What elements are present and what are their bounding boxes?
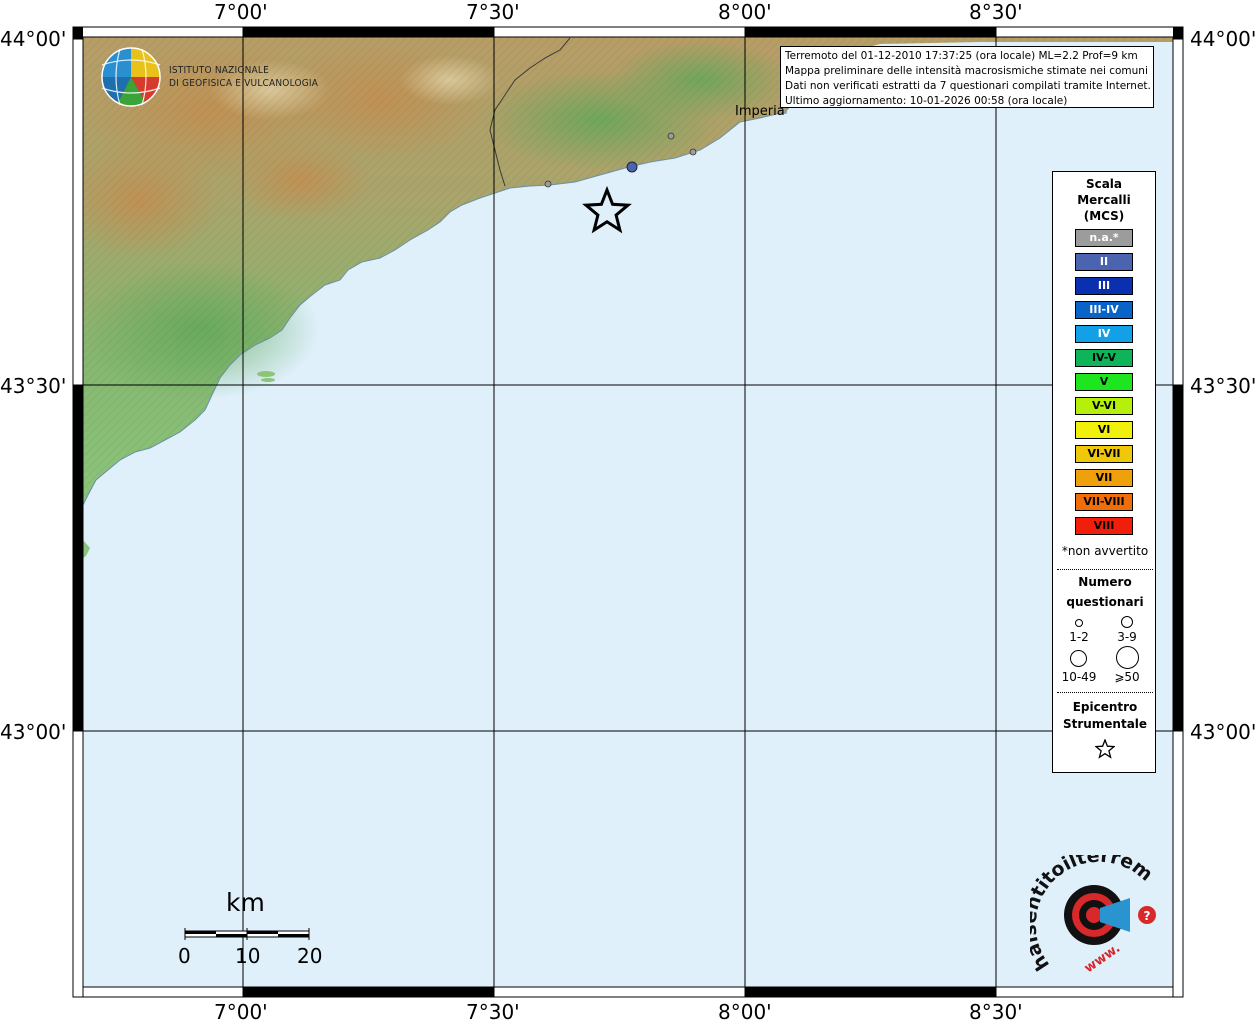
- intensity-point-na[interactable]: [544, 180, 552, 188]
- intensity-point-na[interactable]: [667, 132, 675, 140]
- legend-swatch: II: [1075, 253, 1133, 271]
- intensity-point-ii[interactable]: [626, 161, 638, 173]
- count-symbol-large: [1070, 650, 1087, 667]
- city-label-imperia: Imperia: [735, 104, 785, 119]
- legend-divider: [1057, 692, 1153, 693]
- lon-label-bottom-3: 8°00': [718, 1000, 772, 1024]
- count-title-line1: Numero: [1078, 575, 1132, 589]
- legend-swatch: III: [1075, 277, 1133, 295]
- lat-label-right-2: 43°30': [1190, 374, 1256, 398]
- legend-swatch: IV-V: [1075, 349, 1133, 367]
- lon-label-top-3: 8°00': [718, 0, 772, 24]
- legend-swatch: IV: [1075, 325, 1133, 343]
- legend-title-line1: Scala: [1085, 177, 1123, 191]
- legend-swatch: VII-VIII: [1075, 493, 1133, 511]
- scale-unit-label: km: [226, 888, 265, 917]
- legend-title: Scala Mercalli (MCS): [1053, 176, 1155, 224]
- lat-label-left-3: 43°00': [0, 720, 67, 744]
- event-info-line2: Mappa preliminare delle intensità macros…: [785, 65, 1148, 77]
- legend-swatch: VIII: [1075, 517, 1133, 535]
- badge-www: www.: [1082, 941, 1123, 976]
- legend-swatch: VI-VII: [1075, 445, 1133, 463]
- legend-star-icon: [1095, 739, 1115, 759]
- institute-line1: ISTITUTO NAZIONALE: [169, 65, 269, 76]
- institute-line2: DI GEOFISICA E VULCANOLOGIA: [169, 78, 319, 89]
- legend-title-line3: (MCS): [1083, 209, 1125, 223]
- haisentito-badge: haisentitoilterremoto.it www.: [1030, 855, 1157, 976]
- ingv-globe-icon: [101, 47, 161, 107]
- legend-swatch: n.a.*: [1075, 229, 1133, 247]
- lon-label-bottom-4: 8°30': [969, 1000, 1023, 1024]
- lat-label-right-1: 44°00': [1190, 27, 1256, 51]
- count-label-10-49: 10-49: [1061, 670, 1097, 684]
- epicenter-title-line2: Strumentale: [1062, 717, 1148, 731]
- legend-swatch: V: [1075, 373, 1133, 391]
- scale-label-0: 0: [178, 944, 191, 968]
- legend-title-line2: Mercalli: [1077, 193, 1131, 207]
- lon-label-bottom-1: 7°00': [214, 1000, 268, 1024]
- scale-label-20: 20: [297, 944, 323, 968]
- lat-label-left-2: 43°30': [0, 374, 67, 398]
- legend-divider: [1057, 569, 1153, 570]
- event-info-line4: Ultimo aggiornamento: 10-01-2026 00:58 (…: [785, 95, 1068, 107]
- lat-label-left-1: 44°00': [0, 27, 67, 51]
- legend-swatch: VI: [1075, 421, 1133, 439]
- legend-swatch: V-VI: [1075, 397, 1133, 415]
- institute-name: ISTITUTO NAZIONALE DI GEOFISICA E VULCAN…: [169, 64, 318, 90]
- lon-label-top-2: 7°30': [466, 0, 520, 24]
- intensity-point-na[interactable]: [689, 148, 697, 156]
- event-info-line3: Dati non verificati estratti da 7 questi…: [785, 80, 1151, 92]
- count-symbol-small: [1075, 619, 1083, 627]
- lon-label-bottom-2: 7°30': [466, 1000, 520, 1024]
- count-label-1-2: 1-2: [1069, 630, 1089, 644]
- legend-swatch: III-IV: [1075, 301, 1133, 319]
- lon-label-top-4: 8°30': [969, 0, 1023, 24]
- count-label-50-plus: ⩾50: [1114, 670, 1140, 684]
- count-title-line2: questionari: [1066, 595, 1144, 609]
- legend-note: *non avvertito: [1061, 544, 1149, 558]
- event-info-box: Terremoto del 01-12-2010 17:37:25 (ora l…: [780, 46, 1154, 108]
- count-label-3-9: 3-9: [1117, 630, 1137, 644]
- scale-label-10: 10: [235, 944, 261, 968]
- count-symbol-xlarge: [1116, 646, 1139, 669]
- legend-panel: Scala Mercalli (MCS) n.a.* II III III-IV IV I…: [1052, 171, 1156, 773]
- epicenter-title-line1: Epicentro: [1072, 700, 1138, 714]
- count-symbol-medium: [1121, 616, 1133, 628]
- legend-swatch: VII: [1075, 469, 1133, 487]
- lon-label-top-1: 7°00': [214, 0, 268, 24]
- lat-label-right-3: 43°00': [1190, 720, 1256, 744]
- event-info-line1: Terremoto del 01-12-2010 17:37:25 (ora l…: [785, 50, 1138, 62]
